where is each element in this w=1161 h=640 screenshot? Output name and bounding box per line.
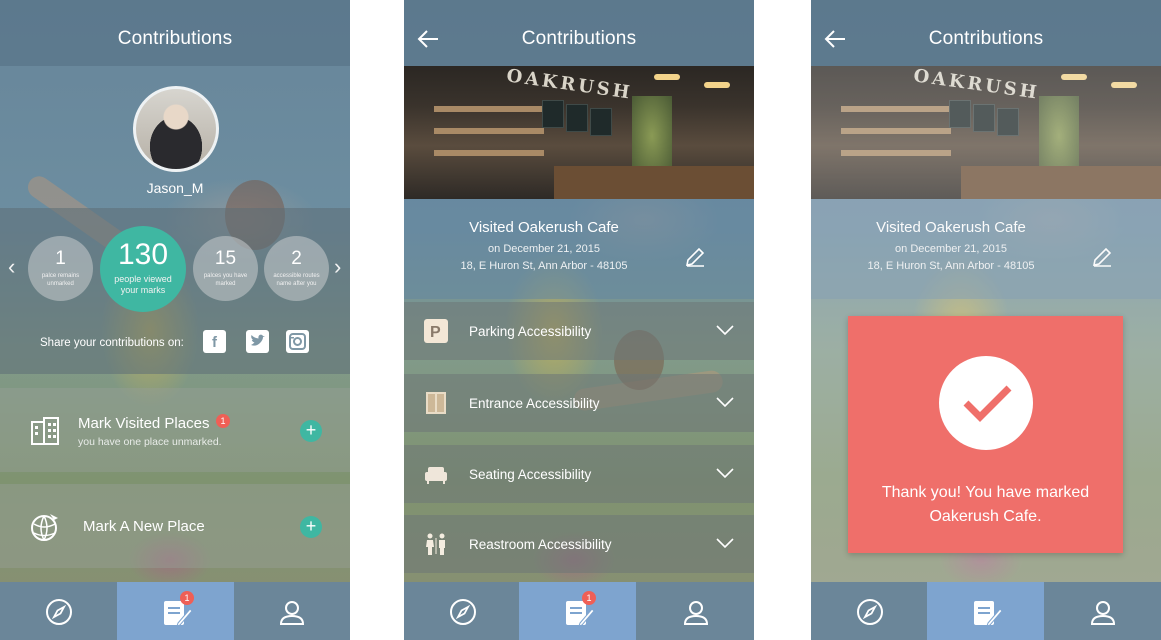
chevron-down-icon[interactable] [716, 396, 734, 408]
stat-marked: 15 palces you have marked [193, 236, 258, 301]
stat-views: 130 people viewed your marks [100, 226, 186, 312]
compass-icon [46, 599, 72, 625]
accessibility-label: Reastroom Accessibility [469, 537, 612, 552]
contributions-icon [974, 601, 1003, 627]
visit-info: Visited Oakerush Cafe on December 21, 20… [404, 199, 754, 299]
checkmark-icon [963, 385, 1012, 422]
check-circle [939, 356, 1033, 450]
visit-date: on December 21, 2015 [488, 243, 600, 255]
nav-profile[interactable] [637, 582, 754, 640]
profile-icon [279, 601, 305, 625]
compass-icon [857, 599, 883, 625]
accessibility-label: Parking Accessibility [469, 324, 592, 339]
nav-profile[interactable] [233, 582, 350, 640]
page-title: Contributions [928, 28, 1044, 49]
nav-badge: 1 [180, 591, 194, 605]
bottom-nav: 1 [404, 582, 754, 640]
facebook-icon[interactable]: f [203, 330, 226, 353]
stat-value: 2 [291, 248, 302, 269]
unmarked-badge: 1 [216, 414, 230, 428]
chevron-right-icon[interactable]: › [334, 254, 341, 280]
visit-title: Visited Oakerush Cafe [469, 219, 619, 236]
stat-value: 1 [55, 248, 66, 269]
parking-icon: P [424, 319, 448, 343]
profile-screen: Contributions Jason_M ‹ › 1 palce remain… [0, 0, 350, 640]
nav-explore[interactable] [404, 582, 521, 640]
modal-message: Thank you! You have marked Oakerush Cafe… [881, 484, 1090, 525]
seating-accessibility-row[interactable]: Seating Accessibility [404, 445, 754, 503]
page-title: Contributions [521, 28, 637, 49]
stat-label: accessible routes name after you [273, 273, 320, 287]
nav-explore[interactable] [0, 582, 117, 640]
cafe-photo: OAKRUSH [404, 66, 754, 199]
nav-profile[interactable] [1044, 582, 1161, 640]
nav-contributions[interactable]: 1 [519, 582, 636, 640]
building-icon [31, 417, 59, 445]
nav-contributions[interactable] [927, 582, 1044, 640]
avatar[interactable] [133, 86, 219, 172]
nav-badge: 1 [582, 591, 596, 605]
bottom-nav [811, 582, 1161, 640]
share-label: Share your contributions on: [40, 337, 184, 349]
mark-new-place-row[interactable]: Mark A New Place + [0, 484, 350, 568]
chevron-left-icon[interactable]: ‹ [8, 254, 15, 280]
mark-visited-row[interactable]: Mark Visited Places 1 you have one place… [0, 388, 350, 472]
confirmation-screen: Contributions OAKRUSH Visited Oakerush C… [811, 0, 1161, 640]
stat-unmarked: 1 palce remains unmarked [28, 236, 93, 301]
nav-explore[interactable] [811, 582, 928, 640]
action-title: Mark A New Place [83, 518, 205, 535]
nav-contributions[interactable]: 1 [117, 582, 234, 640]
chevron-down-icon[interactable] [716, 537, 734, 549]
compass-icon [450, 599, 476, 625]
accessibility-label: Entrance Accessibility [469, 396, 600, 411]
stat-label: people viewed your marks [114, 274, 172, 295]
entrance-accessibility-row[interactable]: Entrance Accessibility [404, 374, 754, 432]
page-title: Contributions [117, 28, 233, 49]
header: Contributions [0, 0, 350, 66]
username: Jason_M [146, 180, 204, 196]
add-visited-button[interactable]: + [300, 420, 322, 442]
stat-value: 15 [214, 248, 237, 269]
restroom-accessibility-row[interactable]: Reastroom Accessibility [404, 515, 754, 573]
header: Contributions [404, 0, 754, 66]
globe-plane-icon [31, 514, 58, 541]
parking-accessibility-row[interactable]: P Parking Accessibility [404, 302, 754, 360]
bottom-nav: 1 [0, 582, 350, 640]
profile-icon [683, 601, 709, 625]
stat-routes: 2 accessible routes name after you [264, 236, 329, 301]
twitter-icon[interactable] [246, 330, 269, 353]
chevron-down-icon[interactable] [716, 467, 734, 479]
cafe-sign: OAKRUSH [505, 66, 634, 104]
action-title: Mark Visited Places [78, 415, 210, 432]
instagram-icon[interactable] [286, 330, 309, 353]
stat-label: palce remains unmarked [41, 273, 80, 287]
success-modal[interactable]: Thank you! You have marked Oakerush Cafe… [848, 316, 1123, 553]
place-screen: Contributions OAKRUSH Visited Oakerush C… [404, 0, 754, 640]
header: Contributions [811, 0, 1161, 66]
stat-value: 130 [117, 238, 169, 271]
profile-icon [1090, 601, 1116, 625]
action-subtitle: you have one place unmarked. [78, 436, 222, 448]
svg-text:P: P [430, 324, 441, 341]
door-icon [426, 392, 446, 414]
accessibility-label: Seating Accessibility [469, 467, 592, 482]
stat-label: palces you have marked [203, 273, 248, 287]
chevron-down-icon[interactable] [716, 324, 734, 336]
add-new-place-button[interactable]: + [300, 516, 322, 538]
restroom-icon [426, 533, 445, 555]
sofa-icon [425, 467, 447, 484]
edit-icon[interactable] [684, 246, 706, 268]
visit-address: 18, E Huron St, Ann Arbor - 48105 [460, 260, 628, 272]
